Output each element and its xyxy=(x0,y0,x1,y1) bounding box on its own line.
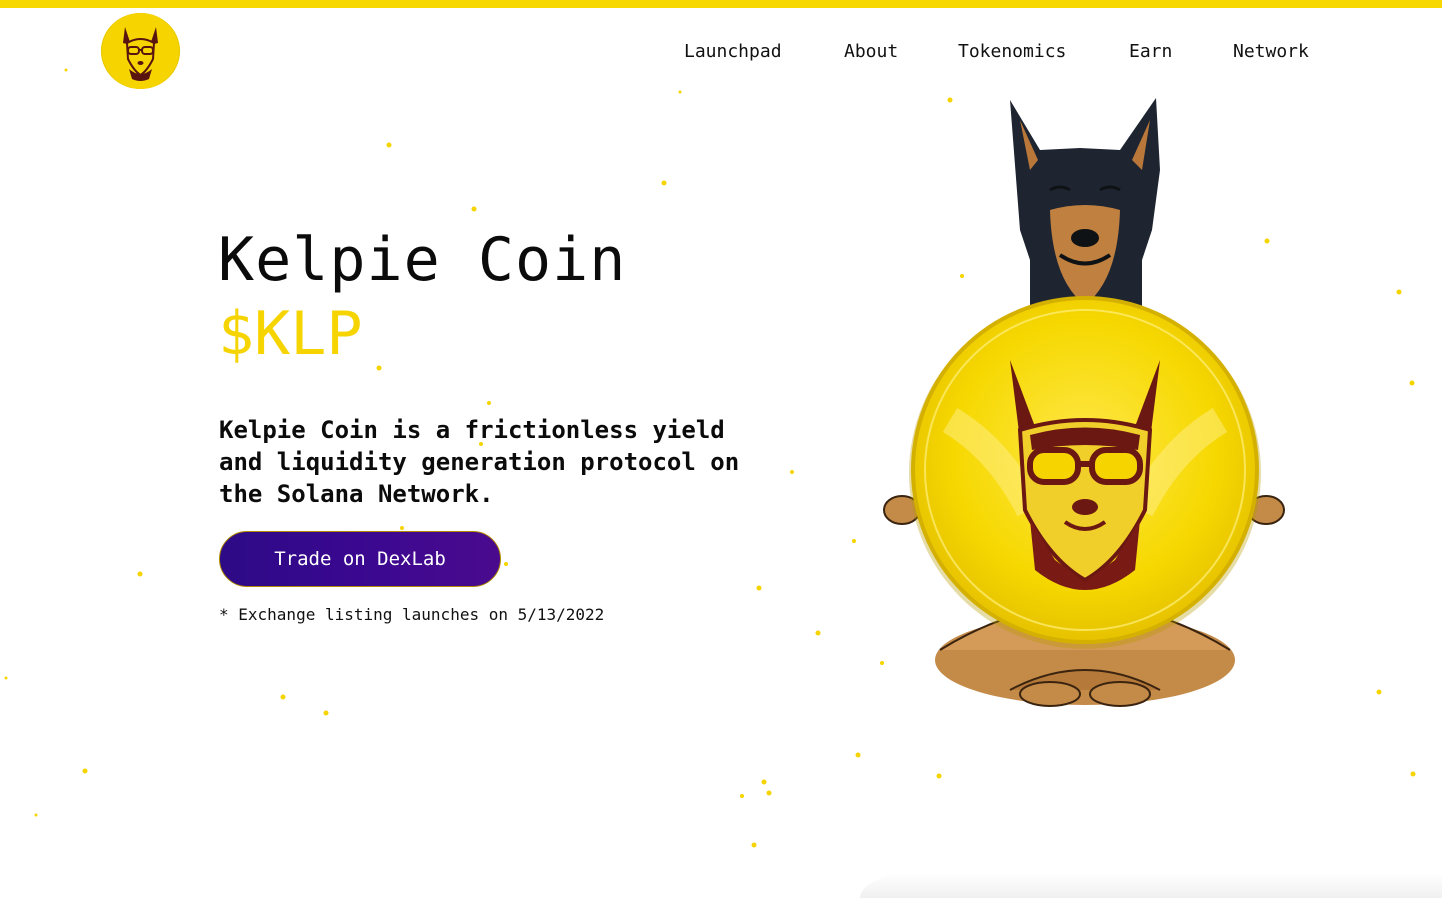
hero-description: Kelpie Coin is a frictionless yield and … xyxy=(219,416,740,508)
meditating-kelpie-dog-with-coin-icon xyxy=(883,98,1285,707)
section-divider-shadow xyxy=(860,872,1442,898)
listing-note: * Exchange listing launches on 5/13/2022 xyxy=(219,605,605,624)
nav-item-tokenomics[interactable]: Tokenomics xyxy=(958,40,1066,64)
hero-ticker: $KLP xyxy=(218,299,363,369)
nav-item-network[interactable]: Network xyxy=(1233,40,1309,64)
top-accent-bar xyxy=(0,0,1442,8)
trade-on-dexlab-button[interactable]: Trade on DexLab xyxy=(219,531,501,587)
nav-item-earn[interactable]: Earn xyxy=(1129,40,1172,64)
hero-title: Kelpie Coin xyxy=(218,225,627,295)
nav-item-about[interactable]: About xyxy=(844,40,898,64)
mascot-icon xyxy=(880,90,1290,720)
nav-item-launchpad[interactable]: Launchpad xyxy=(684,40,782,64)
main-nav: Launchpad About Tokenomics Earn Network xyxy=(0,40,1442,66)
